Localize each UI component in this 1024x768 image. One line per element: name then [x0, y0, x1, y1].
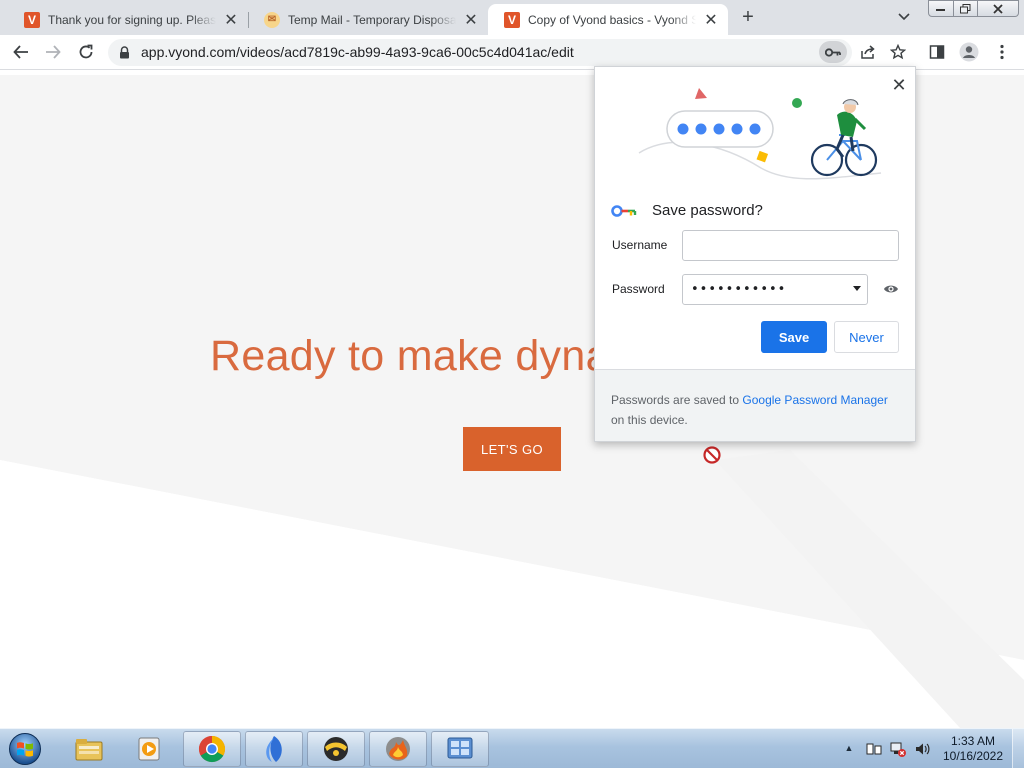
close-icon[interactable]: ✕ — [462, 11, 480, 29]
taskbar-file-explorer[interactable] — [60, 731, 118, 767]
taskbar-media-player[interactable] — [121, 731, 179, 767]
username-input[interactable] — [682, 230, 899, 261]
media-player-icon — [138, 737, 160, 761]
footer-prefix: Passwords are saved to — [611, 393, 743, 407]
menu-button[interactable] — [988, 38, 1016, 66]
password-masked-value: ••••••••••• — [691, 282, 787, 297]
share-icon — [861, 45, 875, 59]
taskbar-driver-app[interactable] — [307, 731, 365, 767]
bookmark-button[interactable] — [884, 38, 912, 66]
close-icon[interactable]: ✕ — [222, 11, 240, 29]
save-password-dialog: ✕ Save password? Username Password •••••… — [594, 66, 916, 442]
close-icon[interactable]: ✕ — [702, 11, 720, 29]
password-select[interactable]: ••••••••••• — [682, 274, 868, 305]
tab-vyond-studio[interactable]: V Copy of Vyond basics - Vyond St ✕ — [488, 4, 728, 35]
show-desktop-button[interactable] — [1012, 729, 1024, 768]
taskbar-fire-globe[interactable] — [369, 731, 427, 767]
close-dialog-button[interactable]: ✕ — [889, 75, 909, 95]
avatar-icon — [959, 42, 979, 62]
password-key-button[interactable] — [819, 41, 847, 63]
vyond-icon: V — [504, 11, 520, 28]
clock-time: 1:33 AM — [950, 734, 996, 748]
driver-app-icon — [324, 737, 348, 761]
back-button[interactable] — [7, 38, 35, 66]
never-button[interactable]: Never — [834, 321, 899, 353]
footer-text: Passwords are saved to Google Password M… — [611, 390, 903, 430]
clock-date: 10/16/2022 — [942, 749, 1004, 763]
url-text[interactable]: app.vyond.com/videos/acd7819c-ab99-4a93-… — [141, 44, 574, 60]
start-button[interactable] — [5, 732, 45, 766]
new-tab-button[interactable]: + — [737, 6, 759, 28]
reload-icon — [79, 44, 93, 59]
password-manager-link[interactable]: Google Password Manager — [742, 393, 887, 407]
username-label: Username — [612, 238, 668, 252]
back-arrow-icon — [13, 45, 28, 59]
not-allowed-cursor-icon — [703, 446, 721, 464]
tab-search-chevron-icon[interactable] — [895, 9, 913, 25]
key-icon — [825, 47, 841, 57]
side-panel-button[interactable] — [923, 38, 951, 66]
volume-icon[interactable] — [914, 741, 930, 757]
action-center-icon[interactable] — [866, 741, 882, 757]
password-illustration — [638, 88, 882, 180]
kebab-menu-icon — [1000, 44, 1004, 60]
temp-mail-icon: ✉ — [264, 11, 280, 28]
window-restore-button[interactable] — [953, 0, 978, 17]
lets-go-button[interactable]: LET'S GO — [463, 427, 561, 471]
taskbar-chrome[interactable] — [183, 731, 241, 767]
window-minimize-button[interactable] — [928, 0, 954, 17]
reload-button[interactable] — [72, 38, 100, 66]
footer-suffix: on this device. — [611, 413, 688, 427]
password-label: Password — [612, 282, 665, 296]
eye-icon[interactable] — [883, 282, 899, 296]
system-clock[interactable]: 1:33 AM 10/16/2022 — [938, 734, 1008, 764]
profile-button[interactable] — [955, 38, 983, 66]
forward-button[interactable] — [39, 38, 67, 66]
save-button[interactable]: Save — [761, 321, 827, 353]
tab-temp-mail[interactable]: ✉ Temp Mail - Temporary Disposab ✕ — [248, 4, 488, 35]
windows-start-icon — [9, 733, 41, 765]
tab-title: Temp Mail - Temporary Disposab — [288, 12, 456, 27]
chrome-icon — [198, 735, 226, 763]
star-icon — [890, 44, 906, 60]
lock-icon[interactable] — [118, 45, 130, 59]
window-close-button[interactable] — [977, 0, 1019, 17]
file-explorer-icon — [75, 739, 103, 761]
show-hidden-icons-button[interactable]: ▲ — [843, 742, 855, 754]
vyond-icon: V — [24, 11, 40, 28]
page-headline: Ready to make dyna — [210, 332, 610, 380]
network-error-icon[interactable] — [890, 741, 906, 757]
forward-arrow-icon — [46, 45, 61, 59]
dropdown-caret-icon — [853, 286, 861, 291]
taskbar-feather-app[interactable] — [245, 731, 303, 767]
taskbar-control-panel[interactable] — [431, 731, 489, 767]
tab-title: Thank you for signing up. Please — [48, 12, 216, 27]
dialog-footer: Passwords are saved to Google Password M… — [595, 369, 915, 441]
control-panel-icon — [447, 737, 473, 759]
google-key-icon — [611, 205, 637, 217]
tab-thank-you[interactable]: V Thank you for signing up. Please ✕ — [8, 4, 248, 35]
fire-globe-icon — [386, 737, 410, 761]
windows-taskbar: ▲ 1:33 AM 10/16/2022 — [0, 728, 1024, 768]
share-button[interactable] — [854, 38, 882, 66]
side-panel-icon — [929, 45, 945, 59]
tab-strip: V Thank you for signing up. Please ✕ ✉ T… — [0, 0, 1024, 35]
dialog-title: Save password? — [652, 202, 763, 219]
tab-title: Copy of Vyond basics - Vyond St — [528, 12, 696, 27]
feather-app-icon — [266, 736, 282, 762]
